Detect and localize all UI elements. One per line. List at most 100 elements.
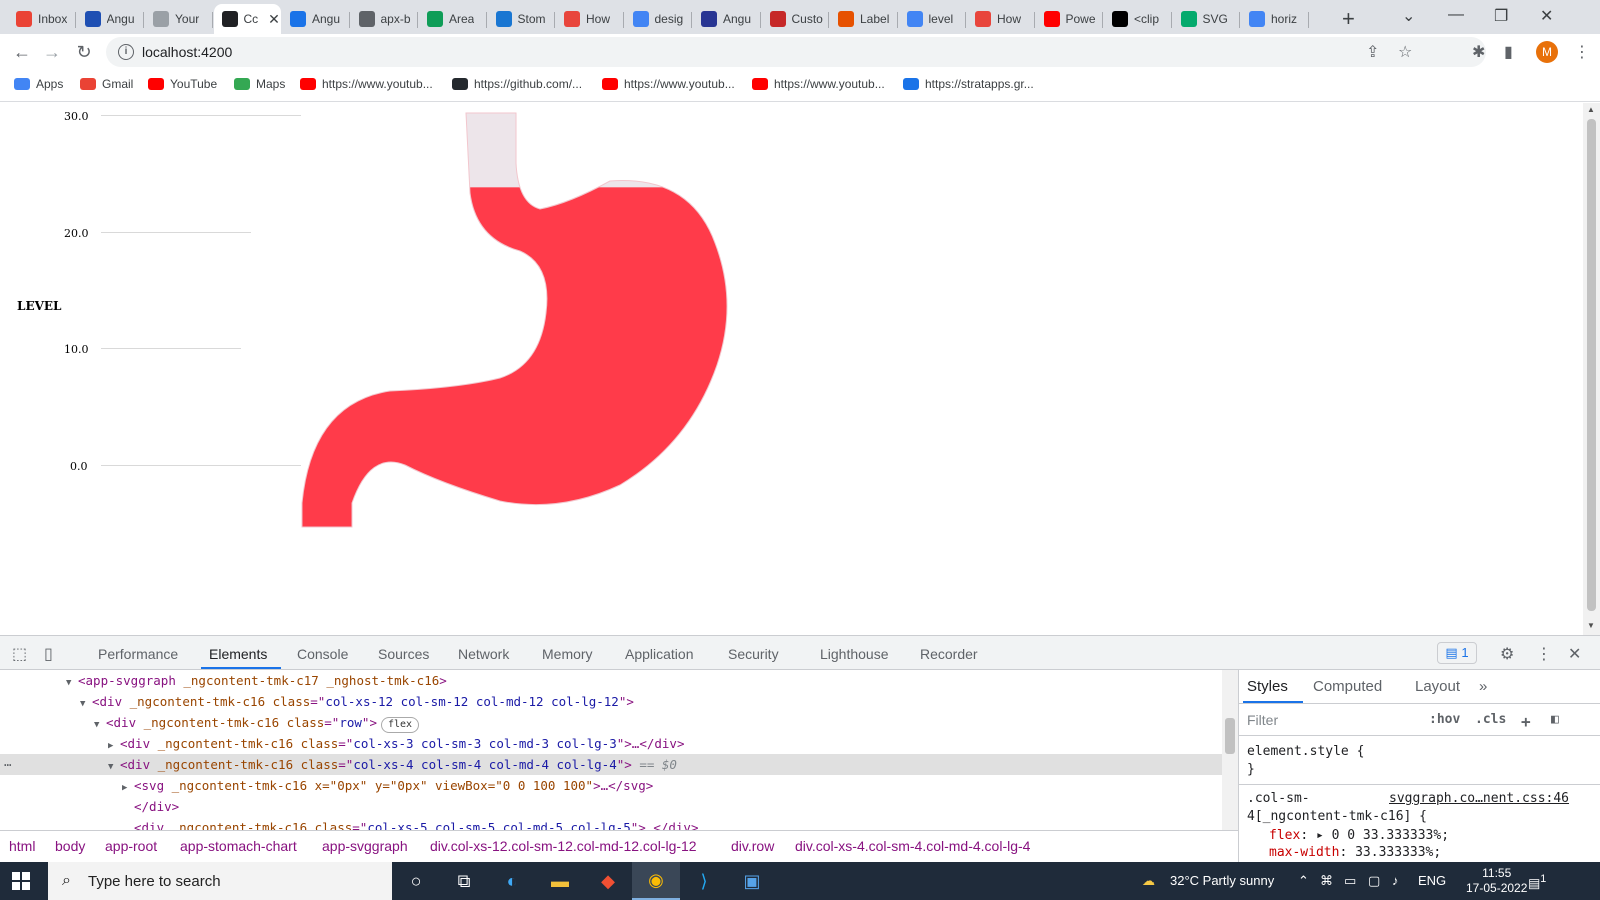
windows-start-icon[interactable] [12,872,30,890]
browser-tab[interactable]: Powe [1036,4,1103,34]
browser-tab[interactable]: Angu [693,4,761,34]
tab-computed[interactable]: Computed [1313,678,1382,695]
page-scrollbar[interactable]: ▲ ▼ [1583,103,1600,635]
browser-tab[interactable]: Angu [77,4,144,34]
collapse-triangle-icon[interactable]: ▼ [108,757,120,778]
menu-kebab-icon[interactable]: ⋮ [1574,42,1590,62]
breadcrumb-item[interactable]: app-root [105,838,157,854]
back-icon[interactable]: ← [10,40,34,64]
dom-node-options-icon[interactable]: ⋯ [4,754,12,775]
restore-icon[interactable]: ❐ [1494,6,1508,26]
task-view-icon[interactable]: ⧉ [440,862,488,900]
dom-tree[interactable]: ▼ <app-svggraph _ngcontent-tmk-c17 _nghos… [0,670,1222,830]
browser-tab[interactable]: apx-b [351,4,418,34]
browser-tab[interactable]: How [967,4,1035,34]
bookmark-item[interactable]: https://github.com/... [452,77,582,91]
devtools-tab-performance[interactable]: Performance [98,646,178,662]
notification-center-icon[interactable]: ▤1 [1528,873,1546,891]
devtools-tab-sources[interactable]: Sources [378,646,429,662]
rule-selector-line2[interactable]: 4[_ngcontent-tmk-c16] { [1247,809,1427,824]
browser-tab[interactable]: <clip [1104,4,1172,34]
bookmark-item[interactable]: YouTube [148,77,217,91]
dom-node[interactable]: <div _ngcontent-tmk-c16 class="col-xs-5 … [122,817,698,830]
site-info-icon[interactable]: i [118,44,134,60]
bookmark-item[interactable]: Apps [14,77,63,91]
forward-icon[interactable]: → [40,40,64,64]
dom-node[interactable]: ▼ <app-svggraph _ngcontent-tmk-c17 _nghos… [66,670,447,691]
chrome-icon[interactable]: ◉ [632,862,680,900]
collapse-triangle-icon[interactable]: ▼ [94,715,106,736]
extensions-icon[interactable]: ✱ [1472,42,1485,62]
taskbar-clock[interactable]: 11:55 17-05-2022 [1466,866,1527,896]
dom-scrollbar-thumb[interactable] [1225,718,1235,754]
devtools-tab-console[interactable]: Console [297,646,348,662]
new-rule-icon[interactable]: + [1521,712,1531,731]
toggle-sidebar-icon[interactable]: ◧ [1551,712,1559,727]
collapse-triangle-icon[interactable]: ▼ [80,694,92,715]
flex-badge[interactable]: flex [380,717,420,733]
cortana-icon[interactable]: ○ [392,862,440,900]
tray-overflow-icon[interactable]: ⌃ [1298,873,1309,889]
settings-gear-icon[interactable]: ⚙ [1500,644,1514,664]
devtools-tab-lighthouse[interactable]: Lighthouse [820,646,889,662]
issues-badge[interactable]: ▤ 1 [1437,642,1477,664]
browser-tab[interactable]: Cc ✕ [213,4,281,34]
devtools-menu-icon[interactable]: ⋮ [1536,644,1552,664]
breadcrumb-item[interactable]: app-svggraph [322,838,408,854]
css-prop-flex[interactable]: flex: ▸ 0 0 33.333333%; [1269,828,1449,843]
edge-icon[interactable]: ◐ [488,862,536,900]
breadcrumb-item[interactable]: div.col-xs-4.col-sm-4.col-md-4.col-lg-4 [795,838,1030,854]
browser-tab[interactable]: SVG [1173,4,1240,34]
url-text[interactable]: localhost:4200 [142,44,232,60]
breadcrumb-item[interactable]: html [9,838,35,854]
bookmark-item[interactable]: Gmail [80,77,133,91]
dom-node[interactable]: ▶ <div _ngcontent-tmk-c16 class="col-xs-3… [108,733,684,754]
browser-tab[interactable]: desig [625,4,692,34]
devtools-tab-recorder[interactable]: Recorder [920,646,978,662]
tab-styles[interactable]: Styles [1247,678,1288,695]
devtools-tab-memory[interactable]: Memory [542,646,593,662]
css-prop-max-width[interactable]: max-width: 33.333333%; [1269,845,1441,860]
dom-node[interactable]: ▼ <div _ngcontent-tmk-c16 class="col-xs-1… [80,691,634,712]
breadcrumb-item[interactable]: body [55,838,85,854]
close-window-icon[interactable]: ✕ [1540,6,1553,26]
bookmark-star-icon[interactable]: ☆ [1398,42,1412,62]
inspect-element-icon[interactable]: ⬚ [12,644,27,664]
side-panel-icon[interactable]: ▮ [1504,42,1513,62]
battery-icon[interactable]: ▭ [1344,873,1356,889]
tab-search-icon[interactable]: ⌄ [1402,6,1415,26]
bookmark-item[interactable]: https://www.youtub... [752,77,885,91]
close-tab-icon[interactable]: ✕ [268,11,280,28]
bookmark-item[interactable]: Maps [234,77,285,91]
bookmark-item[interactable]: https://stratapps.gr... [903,77,1034,91]
browser-tab[interactable]: Angu [282,4,350,34]
dom-scrollbar[interactable] [1222,670,1238,830]
rule-selector-line1[interactable]: .col-sm- [1247,791,1310,806]
bookmark-item[interactable]: https://www.youtub... [300,77,433,91]
devtools-tab-application[interactable]: Application [625,646,694,662]
devtools-tab-security[interactable]: Security [728,646,779,662]
browser-tab[interactable]: Inbox [8,4,76,34]
tray-meet-icon[interactable]: ⌘ [1320,873,1333,889]
scrollbar-thumb[interactable] [1587,119,1596,611]
browser-tab[interactable]: Area [419,4,487,34]
browser-tab[interactable]: How [556,4,624,34]
photos-icon[interactable]: ▣ [728,862,776,900]
taskbar-search[interactable]: ⌕ Type here to search [48,862,392,900]
tab-layout[interactable]: Layout [1415,678,1460,695]
close-devtools-icon[interactable]: ✕ [1568,644,1581,664]
browser-tab[interactable]: Label [830,4,898,34]
device-toolbar-icon[interactable]: ▯ [44,644,53,664]
volume-icon[interactable]: ♪ [1392,873,1399,888]
address-bar[interactable]: i localhost:4200 ⇪ ☆ [106,37,1486,67]
rule-source-link[interactable]: svggraph.co…nent.css:46 [1389,791,1569,806]
devtools-tab-network[interactable]: Network [458,646,509,662]
hov-toggle[interactable]: :hov [1429,712,1460,727]
browser-tab[interactable]: Custo [762,4,829,34]
breadcrumb-item[interactable]: div.col-xs-12.col-sm-12.col-md-12.col-lg… [430,838,697,854]
dom-node[interactable]: </div> [122,796,179,817]
devtools-tab-elements[interactable]: Elements [209,646,267,662]
scroll-up-icon[interactable]: ▲ [1587,105,1595,114]
collapse-triangle-icon[interactable]: ▼ [66,673,78,694]
dom-node[interactable]: ⋯ ▼ <div _ngcontent-tmk-c16 class="col-xs-… [0,754,1222,775]
